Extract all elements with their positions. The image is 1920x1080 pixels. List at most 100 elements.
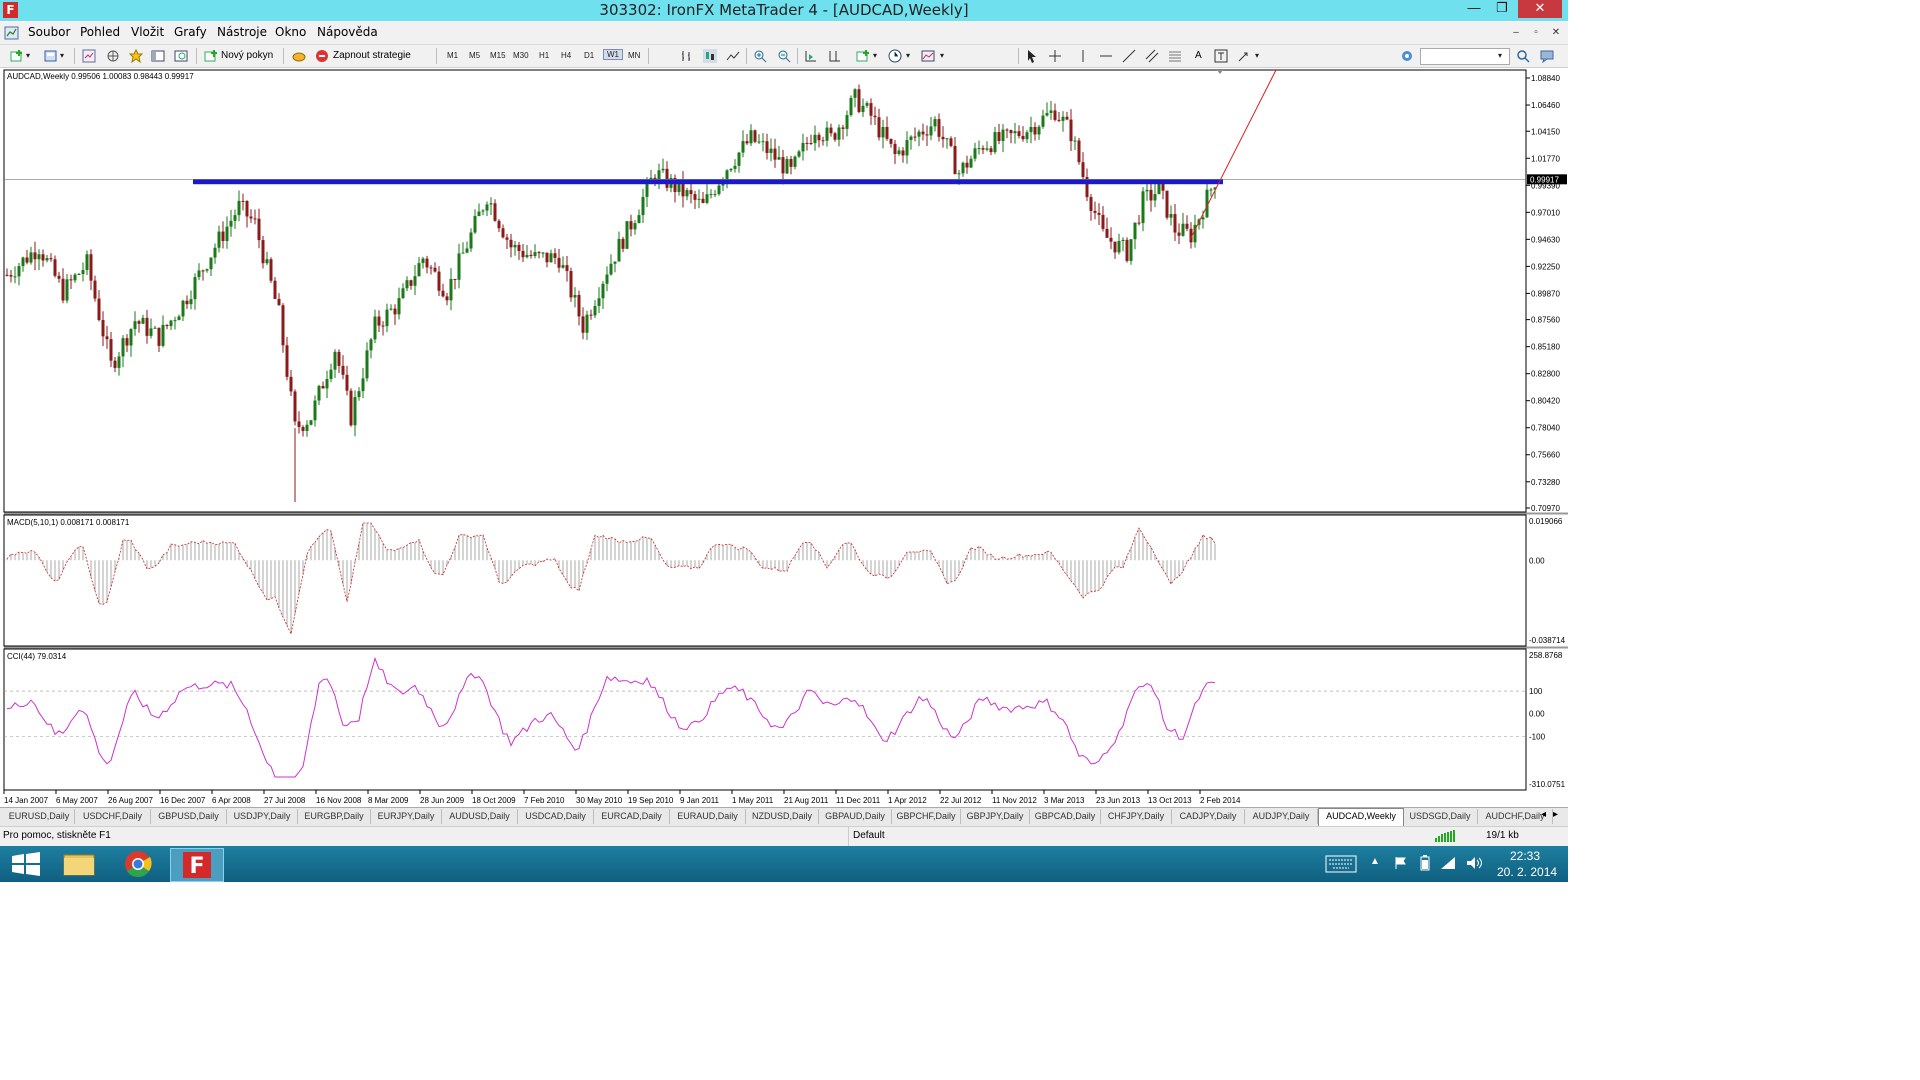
symbol-tab-audjpy-daily[interactable]: AUDJPY,Daily [1245,809,1318,824]
symbol-tab-gbpusd-daily[interactable]: GBPUSD,Daily [151,809,227,824]
horizontal-line-icon[interactable] [1099,49,1113,63]
timeframe-mn[interactable]: MN [628,51,640,60]
cursor-icon[interactable] [1025,49,1039,63]
timeframe-w1[interactable]: W1 [603,49,623,60]
timeframe-m5[interactable]: M5 [469,51,480,60]
templates-icon[interactable] [921,49,935,63]
menu-nastroje[interactable]: Nástroje [217,25,267,39]
tray-expand-icon[interactable]: ▲ [1370,856,1380,867]
crosshair-icon[interactable] [1048,49,1062,63]
timeframe-h1[interactable]: H1 [539,51,549,60]
symbol-tab-eurcad-daily[interactable]: EURCAD,Daily [594,809,670,824]
symbol-tab-gbpcad-daily[interactable]: GBPCAD,Daily [1030,809,1101,824]
timeframe-m15[interactable]: M15 [490,51,506,60]
text-tool-icon[interactable]: A [1195,50,1202,61]
trendline-icon[interactable] [1122,49,1136,63]
strategy-tester-icon[interactable] [174,49,188,63]
action-center-flag-icon[interactable] [1394,856,1408,870]
symbol-tab-audusd-daily[interactable]: AUDUSD,Daily [442,809,518,824]
zoom-out-icon[interactable] [777,49,791,63]
child-close-button[interactable]: ✕ [1548,26,1564,40]
symbol-tab-euraud-daily[interactable]: EURAUD,Daily [670,809,746,824]
battery-icon[interactable] [1418,855,1432,871]
symbol-tab-usdjpy-daily[interactable]: USDJPY,Daily [227,809,298,824]
timeframe-m1[interactable]: M1 [447,51,458,60]
periods-clock-icon[interactable] [888,49,902,63]
timeframe-d1[interactable]: D1 [584,51,594,60]
clock-date[interactable]: 20. 2. 2014 [1497,865,1557,879]
symbol-tab-chfjpy-daily[interactable]: CHFJPY,Daily [1101,809,1172,824]
autotrading-button[interactable]: Zapnout strategie [333,50,411,61]
menu-grafy[interactable]: Grafy [174,25,207,39]
symbol-tab-audcad-weekly[interactable]: AUDCAD,Weekly [1318,808,1404,826]
templates-dropdown-icon[interactable]: ▾ [940,51,944,60]
timeframe-m30[interactable]: M30 [513,51,529,60]
navigator-icon[interactable] [129,49,143,63]
new-order-button[interactable]: Nový pokyn [221,50,273,61]
keyboard-icon[interactable] [1325,855,1357,873]
vertical-line-icon[interactable] [1076,49,1090,63]
symbol-tab-eurgbp-daily[interactable]: EURGBP,Daily [298,809,371,824]
minimize-button[interactable]: — [1460,0,1488,18]
symbol-tab-nzdusd-daily[interactable]: NZDUSD,Daily [746,809,819,824]
search-icon[interactable] [1516,49,1530,63]
symbol-tab-gbpjpy-daily[interactable]: GBPJPY,Daily [961,809,1030,824]
chart-window-icon[interactable] [4,25,20,41]
indicators-icon[interactable] [856,49,870,63]
data-window-icon[interactable] [106,49,120,63]
chat-icon[interactable] [1540,49,1554,63]
chart-shift-icon[interactable] [828,49,842,63]
market-watch-icon[interactable] [82,49,96,63]
volume-icon[interactable] [1465,855,1483,871]
bar-chart-icon[interactable] [680,49,694,63]
text-label-icon[interactable] [1214,49,1228,63]
autoscroll-icon[interactable] [804,49,818,63]
candlestick-chart-icon[interactable] [703,49,717,63]
profiles-dropdown-icon[interactable]: ▾ [60,51,64,60]
autotrading-stop-icon[interactable] [315,49,329,63]
maximize-button[interactable]: ❐ [1488,0,1516,18]
child-restore-button[interactable]: ▫ [1528,26,1544,40]
symbol-tab-cadjpy-daily[interactable]: CADJPY,Daily [1172,809,1245,824]
expert-advisor-icon[interactable] [292,49,306,63]
arrows-icon[interactable] [1237,49,1251,63]
start-button[interactable] [0,848,52,880]
metatrader-taskbar-button[interactable]: F [170,848,224,882]
symbol-tab-usdchf-daily[interactable]: USDCHF,Daily [75,809,151,824]
symbol-tab-usdcad-daily[interactable]: USDCAD,Daily [518,809,594,824]
search-dropdown-icon[interactable]: ▾ [1498,51,1502,60]
equidistant-channel-icon[interactable] [1145,49,1159,63]
arrows-dropdown-icon[interactable]: ▾ [1255,51,1259,60]
chart-window[interactable]: 1.08840 1.06460 1.04150 1.01770 0.99390 0.970… [0,68,1568,806]
symbol-tab-eurusd-daily[interactable]: EURUSD,Daily [4,809,75,824]
new-order-icon[interactable] [204,49,218,63]
symbol-tab-gbpaud-daily[interactable]: GBPAUD,Daily [819,809,892,824]
profiles-icon[interactable] [44,49,58,63]
menu-soubor[interactable]: Soubor [28,25,70,39]
symbol-tab-gbpchf-daily[interactable]: GBPCHF,Daily [892,809,961,824]
new-chart-dropdown-icon[interactable]: ▾ [26,51,30,60]
child-minimize-button[interactable]: – [1508,26,1524,40]
timeframe-h4[interactable]: H4 [561,51,571,60]
clock-time[interactable]: 22:33 [1510,849,1540,863]
line-chart-icon[interactable] [726,49,740,63]
fibonacci-icon[interactable] [1168,49,1182,63]
tab-scroll-left-icon[interactable]: ◂ [1541,809,1546,820]
explorer-taskbar-button[interactable] [54,848,106,880]
periods-dropdown-icon[interactable]: ▾ [906,51,910,60]
zoom-in-icon[interactable] [753,49,767,63]
search-input[interactable] [1420,48,1510,65]
settings-gear-icon[interactable] [1400,49,1414,63]
new-chart-icon[interactable] [10,49,24,63]
menu-pohled[interactable]: Pohled [80,25,120,39]
tab-scroll-right-icon[interactable]: ▸ [1553,809,1558,820]
close-button[interactable]: ✕ [1518,0,1562,18]
menu-napoveda[interactable]: Nápověda [317,25,378,39]
symbol-tab-usdsgd-daily[interactable]: USDSGD,Daily [1403,809,1478,824]
terminal-icon[interactable] [151,49,165,63]
indicators-dropdown-icon[interactable]: ▾ [873,51,877,60]
chart-canvas[interactable]: 1.088401.064601.041501.017700.993900.970… [0,68,1568,806]
network-signal-icon[interactable] [1440,856,1456,870]
menu-vlozit[interactable]: Vložit [131,25,164,39]
symbol-tab-eurjpy-daily[interactable]: EURJPY,Daily [371,809,442,824]
